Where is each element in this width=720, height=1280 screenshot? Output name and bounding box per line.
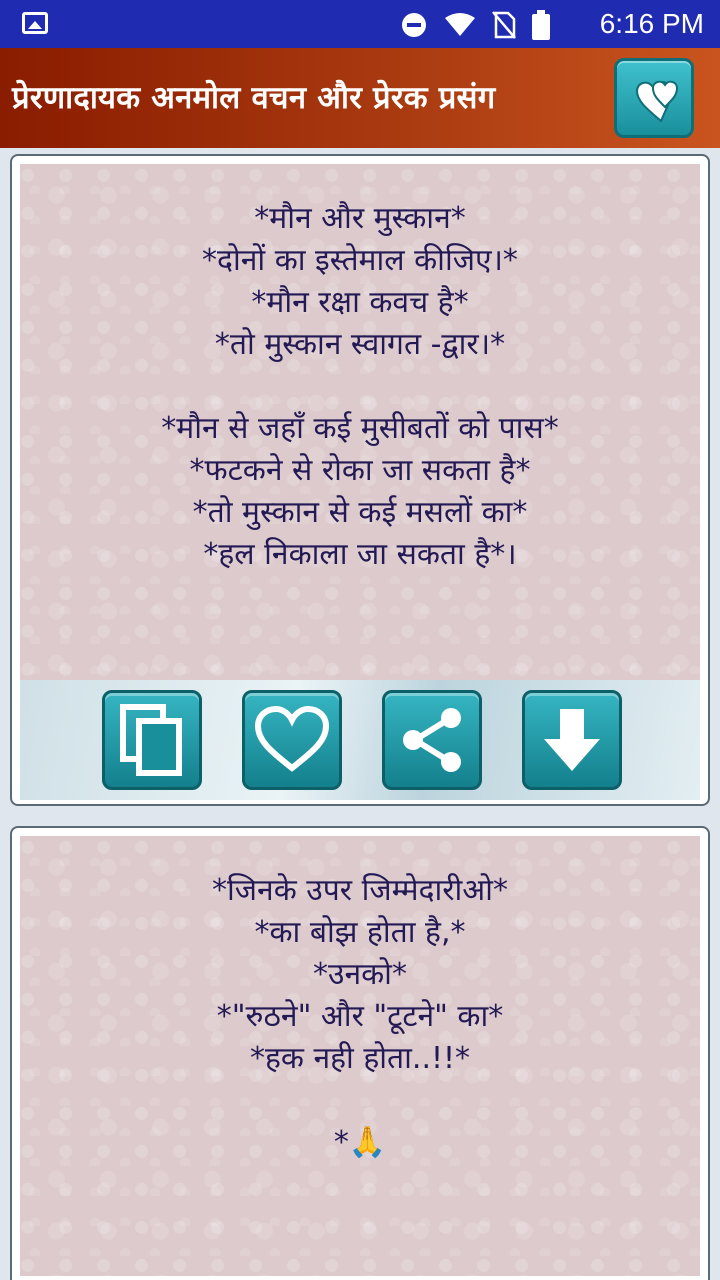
download-icon <box>544 709 600 771</box>
wifi-icon <box>445 13 475 36</box>
share-button[interactable] <box>382 690 482 790</box>
quote-paper: *मौन और मुस्कान* *दोनों का इस्तेमाल कीजि… <box>20 164 700 680</box>
quote-card: *जिनके उपर जिम्मेदारीओ* *का बोझ होता है,… <box>10 826 710 1280</box>
quote-text: *मौन और मुस्कान* *दोनों का इस्तेमाल कीजि… <box>161 201 559 572</box>
dnd-icon <box>402 13 426 37</box>
download-button[interactable] <box>522 690 622 790</box>
app-bar: प्रेरणादायक अनमोल वचन और प्रेरक प्रसंग <box>0 48 720 148</box>
copy-button[interactable] <box>102 690 202 790</box>
app-title: प्रेरणादायक अनमोल वचन और प्रेरक प्रसंग <box>12 80 496 116</box>
quote-card: *मौन और मुस्कान* *दोनों का इस्तेमाल कीजि… <box>10 154 710 806</box>
no-sim-icon <box>492 11 516 39</box>
battery-icon <box>532 10 550 40</box>
hearts-icon <box>635 80 679 123</box>
status-bar: 6:16 PM <box>0 0 720 48</box>
image-icon <box>22 12 48 34</box>
favorite-button[interactable] <box>242 690 342 790</box>
copy-icon <box>120 704 182 776</box>
status-icons <box>400 10 550 40</box>
quote-paper: *जिनके उपर जिम्मेदारीओ* *का बोझ होता है,… <box>20 836 700 1276</box>
quote-text: *जिनके उपर जिम्मेदारीओ* *का बोझ होता है,… <box>212 873 508 1160</box>
share-icon <box>403 708 461 772</box>
action-bar <box>20 680 700 800</box>
status-time: 6:16 PM <box>599 8 704 39</box>
heart-icon <box>254 706 330 772</box>
favorites-button[interactable] <box>614 58 694 138</box>
